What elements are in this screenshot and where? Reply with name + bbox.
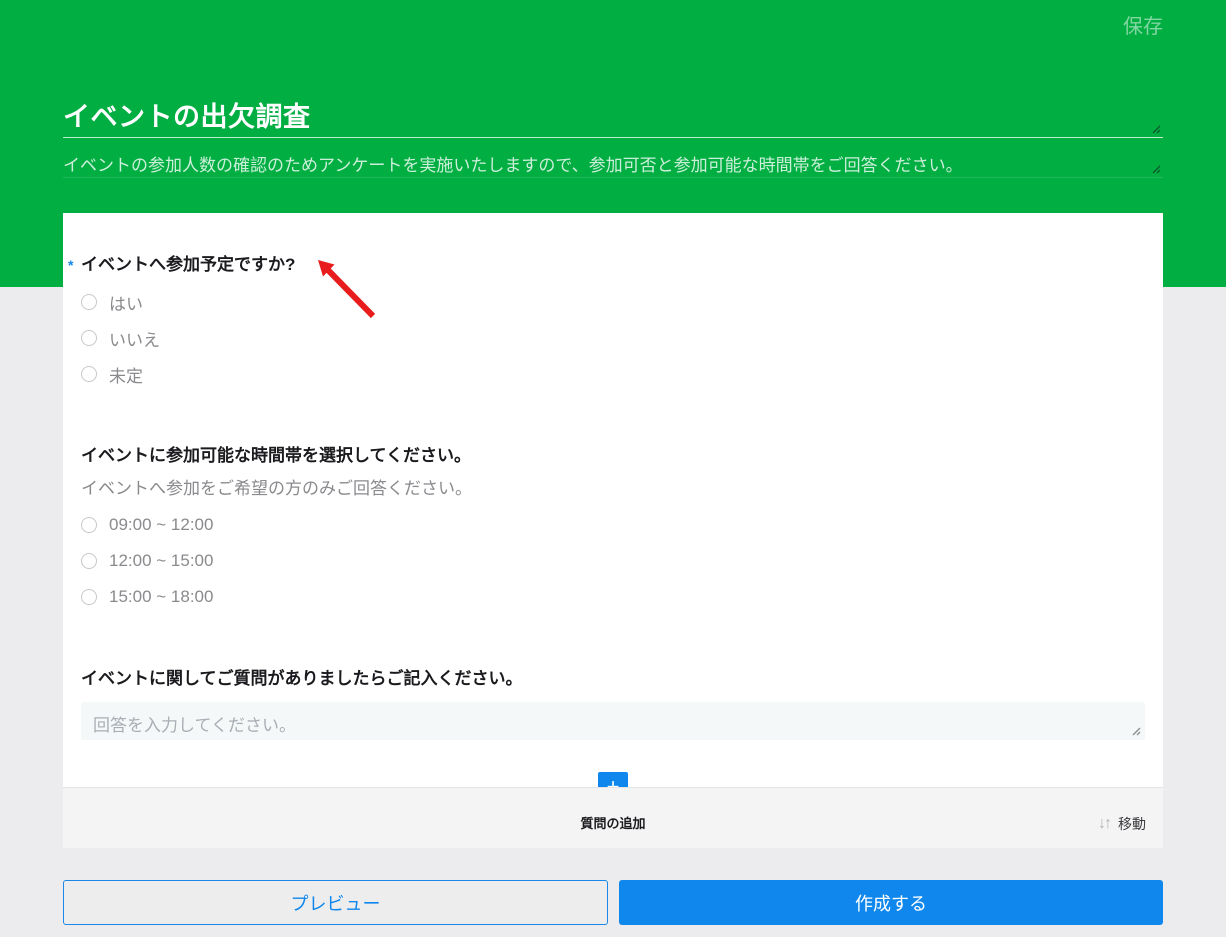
resize-grip-icon[interactable] [1130,725,1142,737]
resize-grip-icon[interactable] [1150,163,1162,175]
radio-option-label: はい [109,290,143,315]
required-asterisk: * [68,257,73,273]
question-card: * イベントへ参加予定ですか? はい いいえ 未定 [63,213,1163,848]
form-description-text: イベントの参加人数の確認のためアンケートを実施いたしますので、参加可否と参加可能… [63,154,1163,178]
radio-option-label: 15:00 ~ 18:00 [109,587,213,607]
question-block-2: イベントに参加可能な時間帯を選択してください。 イベントへ参加をご希望の方のみご… [81,446,1145,615]
move-label: 移動 [1118,814,1146,834]
radio-button[interactable] [81,589,97,605]
radio-button[interactable] [81,517,97,533]
question-title[interactable]: イベントへ参加予定ですか? [81,255,1145,274]
question-title[interactable]: イベントに参加可能な時間帯を選択してください。 [81,446,1145,465]
radio-button[interactable] [81,366,97,382]
card-footer: 質問の追加 ↓↑ 移動 [63,787,1163,848]
radio-option-row: 09:00 ~ 12:00 [81,507,1145,543]
question-subtitle: イベントへ参加をご希望の方のみご回答ください。 [81,478,1145,499]
answer-text-input[interactable] [81,702,1145,740]
radio-option-row: 15:00 ~ 18:00 [81,579,1145,615]
question-block-3: イベントに関してご質問がありましたらご記入ください。 [81,669,1145,740]
form-title-input[interactable]: イベントの出欠調査 [63,99,1163,138]
move-question-control[interactable]: ↓↑ 移動 [1098,814,1146,834]
form-title-text: イベントの出欠調査 [63,99,1163,135]
radio-option-label: 09:00 ~ 12:00 [109,515,213,535]
create-button[interactable]: 作成する [619,880,1163,925]
radio-option-label: 12:00 ~ 15:00 [109,551,213,571]
radio-option-row: 未定 [81,356,1145,392]
radio-button[interactable] [81,330,97,346]
add-question-label: 質問の追加 [580,813,645,832]
question-block-1: * イベントへ参加予定ですか? はい いいえ 未定 [81,255,1145,392]
question-title[interactable]: イベントに関してご質問がありましたらご記入ください。 [81,669,1145,688]
radio-option-label: 未定 [109,362,143,387]
radio-option-row: 12:00 ~ 15:00 [81,543,1145,579]
save-button[interactable]: 保存 [1123,10,1163,39]
radio-option-row: はい [81,284,1145,320]
resize-grip-icon[interactable] [1150,123,1162,135]
radio-button[interactable] [81,294,97,310]
radio-button[interactable] [81,553,97,569]
radio-option-label: いいえ [109,326,160,351]
preview-button[interactable]: プレビュー [63,880,608,925]
form-description-input[interactable]: イベントの参加人数の確認のためアンケートを実施いたしますので、参加可否と参加可能… [63,154,1163,178]
radio-option-row: いいえ [81,320,1145,356]
move-arrows-icon: ↓↑ [1098,815,1110,833]
